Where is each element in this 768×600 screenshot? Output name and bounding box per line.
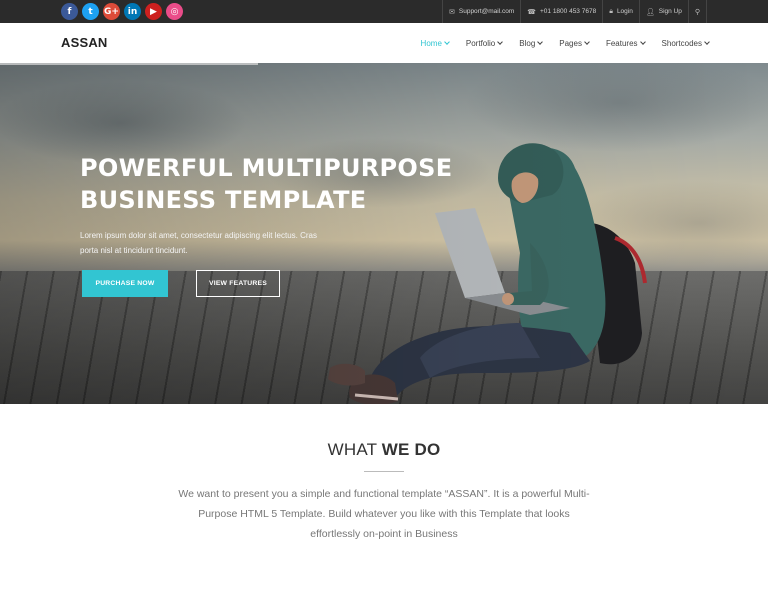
- twitter-icon[interactable]: t: [82, 3, 99, 20]
- hero-title-line2: BUSINESS TEMPLATE: [80, 186, 367, 214]
- chevron-down-icon: [639, 39, 646, 45]
- menu-item-portfolio-label: Portfolio: [465, 38, 496, 48]
- linkedin-icon[interactable]: in: [124, 3, 141, 20]
- slider-progress: [0, 63, 258, 65]
- phone-icon: ☎: [527, 7, 536, 16]
- menu-item-blog-label: Blog: [519, 38, 536, 48]
- dribbble-icon[interactable]: ◎: [166, 3, 183, 20]
- chevron-down-icon: [537, 39, 544, 45]
- hero-title-line1: POWERFUL MULTIPURPOSE: [80, 154, 453, 182]
- email-link[interactable]: ✉ Support@mail.com: [442, 0, 520, 23]
- chevron-down-icon: [497, 39, 504, 45]
- top-bar: f t G+ in ▶ ◎ ✉ Support@mail.com ☎ +01 1…: [0, 0, 768, 23]
- site-logo[interactable]: ASSAN: [61, 35, 108, 50]
- chevron-down-icon: [444, 39, 450, 45]
- hero-title: POWERFUL MULTIPURPOSE BUSINESS TEMPLATE: [80, 152, 460, 216]
- search-icon: ⚲: [694, 7, 700, 16]
- menu-item-shortcodes-label: Shortcodes: [661, 38, 702, 48]
- social-links: f t G+ in ▶ ◎: [61, 3, 183, 20]
- signup-text: Sign Up: [658, 8, 682, 15]
- menu-item-pages[interactable]: Pages: [559, 38, 590, 48]
- login-text: Login: [616, 8, 633, 15]
- section-divider: [364, 471, 404, 472]
- top-info: ✉ Support@mail.com ☎ +01 1800 453 7678 🔒…: [442, 0, 707, 23]
- section-description: We want to present you a simple and func…: [178, 488, 590, 540]
- google-plus-icon[interactable]: G+: [103, 3, 120, 20]
- menu-item-portfolio[interactable]: Portfolio: [465, 38, 504, 48]
- chevron-down-icon: [704, 39, 710, 45]
- main-menu: Home Portfolio Blog Pages Features Short…: [420, 23, 710, 63]
- menu-item-pages-label: Pages: [559, 38, 582, 48]
- facebook-icon[interactable]: f: [61, 3, 78, 20]
- section-title-bold: WE DO: [381, 440, 441, 459]
- user-icon: 👤︎: [645, 7, 655, 16]
- main-navbar: ASSAN Home Portfolio Blog Pages Features…: [0, 23, 768, 63]
- section-title: WHAT WE DO: [0, 440, 768, 460]
- what-we-do-section: WHAT WE DO We want to present you a simp…: [0, 404, 768, 600]
- login-link[interactable]: 🔒︎ Login: [602, 0, 639, 23]
- signup-link[interactable]: 👤︎ Sign Up: [638, 0, 688, 23]
- lock-icon: 🔒︎: [609, 7, 613, 15]
- chevron-down-icon: [584, 39, 590, 45]
- envelope-icon: ✉: [449, 7, 455, 16]
- menu-item-features[interactable]: Features: [605, 38, 646, 48]
- hero-banner: POWERFUL MULTIPURPOSE BUSINESS TEMPLATE …: [0, 63, 768, 404]
- phone-text: +01 1800 453 7678: [539, 8, 597, 15]
- menu-item-features-label: Features: [605, 38, 638, 48]
- view-features-button[interactable]: VIEW FEATURES: [196, 270, 280, 297]
- menu-item-shortcodes[interactable]: Shortcodes: [661, 38, 710, 48]
- search-button[interactable]: ⚲: [687, 0, 707, 23]
- menu-item-home-label: Home: [420, 38, 442, 48]
- purchase-now-button[interactable]: PURCHASE NOW: [82, 270, 168, 297]
- menu-item-blog[interactable]: Blog: [519, 38, 544, 48]
- email-text: Support@mail.com: [458, 8, 515, 15]
- phone-link[interactable]: ☎ +01 1800 453 7678: [520, 0, 602, 23]
- hero-description: Lorem ipsum dolor sit amet, consectetur …: [80, 231, 317, 255]
- youtube-icon[interactable]: ▶: [145, 3, 162, 20]
- section-title-light: WHAT: [327, 440, 382, 459]
- menu-item-home[interactable]: Home: [420, 38, 450, 48]
